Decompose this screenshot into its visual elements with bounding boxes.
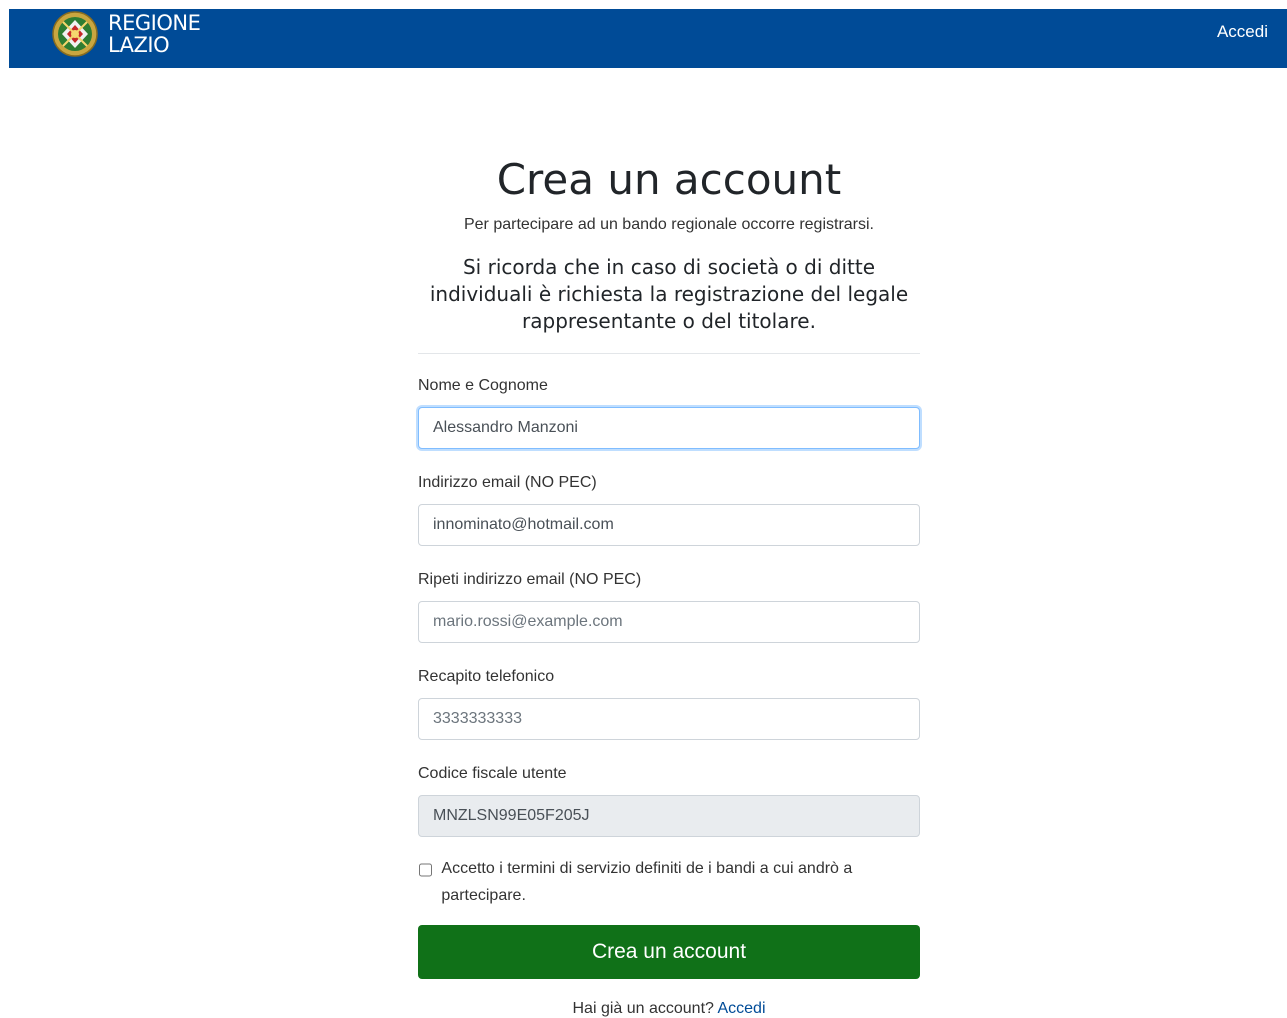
fiscal-code-input xyxy=(418,795,920,837)
create-account-button[interactable]: Crea un account xyxy=(418,925,920,979)
terms-checkbox[interactable] xyxy=(419,863,433,877)
phone-group: Recapito telefonico xyxy=(418,665,920,740)
brand[interactable]: REGIONE LAZIO xyxy=(51,9,201,59)
email-label: Indirizzo email (NO PEC) xyxy=(418,474,597,491)
divider xyxy=(418,353,920,354)
page-subtitle: Per partecipare ad un bando regionale oc… xyxy=(463,216,874,233)
brand-line1: REGIONE xyxy=(108,11,201,35)
phone-label: Recapito telefonico xyxy=(418,668,555,685)
name-group: Nome e Cognome xyxy=(418,374,920,449)
name-label: Nome e Cognome xyxy=(418,377,548,394)
email-repeat-label: Ripeti indirizzo email (NO PEC) xyxy=(418,571,642,588)
phone-input[interactable] xyxy=(418,698,920,740)
terms-row: Accetto i termini di servizio definiti d… xyxy=(418,859,920,909)
have-account-row: Hai già un account? Accedi xyxy=(418,1000,920,1018)
email-repeat-group: Ripeti indirizzo email (NO PEC) xyxy=(418,568,920,643)
brand-line2: LAZIO xyxy=(108,33,170,57)
fiscal-code-label: Codice fiscale utente xyxy=(418,765,567,782)
name-input[interactable] xyxy=(418,407,920,449)
registration-note: Si ricorda che in caso di società o di d… xyxy=(429,255,909,333)
have-account-text: Hai già un account? xyxy=(572,1000,714,1017)
register-container: Crea un account Per partecipare ad un ba… xyxy=(418,150,920,1018)
terms-label[interactable]: Accetto i termini di servizio definiti d… xyxy=(441,855,920,909)
email-input[interactable] xyxy=(418,504,920,546)
email-repeat-input[interactable] xyxy=(418,601,920,643)
email-group: Indirizzo email (NO PEC) xyxy=(418,471,920,546)
regione-lazio-logo xyxy=(52,11,98,57)
fiscal-code-group: Codice fiscale utente xyxy=(418,762,920,837)
register-form: Nome e Cognome Indirizzo email (NO PEC) … xyxy=(418,374,920,979)
nav-login-link[interactable]: Accedi xyxy=(1217,22,1268,42)
login-link[interactable]: Accedi xyxy=(717,1000,765,1017)
top-navbar: REGIONE LAZIO Accedi xyxy=(9,9,1287,68)
page-title: Crea un account xyxy=(496,155,842,204)
brand-name: REGIONE LAZIO xyxy=(108,11,201,57)
